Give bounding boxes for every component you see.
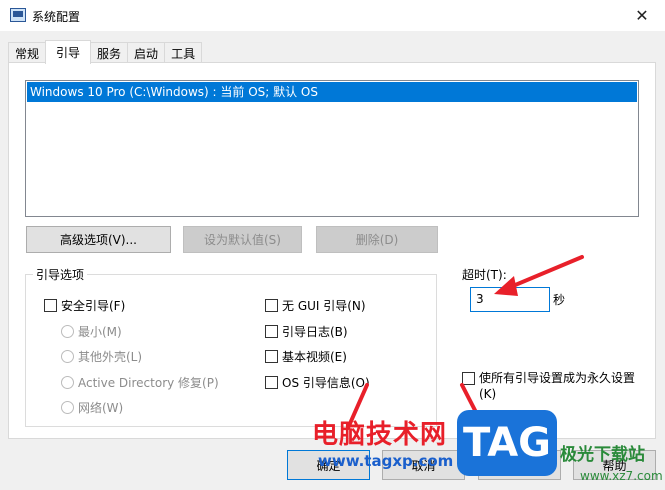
minimal-radio[interactable]: 最小(M) <box>61 323 122 340</box>
cancel-button[interactable]: 取消 <box>382 450 465 480</box>
boot-log-checkbox[interactable]: 引导日志(B) <box>265 323 348 340</box>
os-list[interactable]: Windows 10 Pro (C:\Windows) : 当前 OS; 默认 … <box>25 80 639 217</box>
checkbox-box <box>265 299 278 312</box>
radio-circle <box>61 376 74 389</box>
window-title: 系统配置 <box>32 10 81 24</box>
radio-circle <box>61 401 74 414</box>
checkbox-box <box>462 372 475 385</box>
tab-startup[interactable]: 启动 <box>127 42 166 63</box>
checkbox-box <box>265 350 278 363</box>
make-permanent-text: 使所有引导设置成为永久设置 <box>479 371 636 385</box>
delete-button[interactable]: 删除(D) <box>316 226 438 253</box>
os-boot-info-checkbox[interactable]: OS 引导信息(O) <box>265 374 370 391</box>
close-icon: ✕ <box>635 6 649 25</box>
active-directory-label: Active Directory 修复(P) <box>78 376 219 390</box>
os-boot-info-label: OS 引导信息(O) <box>282 376 370 390</box>
checkbox-box <box>265 376 278 389</box>
set-default-button[interactable]: 设为默认值(S) <box>183 226 302 253</box>
make-permanent-label: 使所有引导设置成为永久设置 (K) <box>479 370 649 402</box>
tab-strip: 常规 引导 服务 启动 工具 <box>8 40 203 64</box>
os-list-item[interactable]: Windows 10 Pro (C:\Windows) : 当前 OS; 默认 … <box>27 82 637 102</box>
alternate-shell-radio[interactable]: 其他外壳(L) <box>61 348 142 365</box>
radio-circle <box>61 325 74 338</box>
close-button[interactable]: ✕ <box>619 0 665 31</box>
checkbox-box <box>265 325 278 338</box>
no-gui-boot-checkbox[interactable]: 无 GUI 引导(N) <box>265 297 366 314</box>
make-permanent-checkbox[interactable] <box>462 372 479 385</box>
advanced-options-button[interactable]: 高级选项(V)... <box>26 226 171 253</box>
tab-services[interactable]: 服务 <box>90 42 129 63</box>
boot-options-title: 引导选项 <box>33 266 88 283</box>
safe-boot-label: 安全引导(F) <box>61 299 126 313</box>
tab-boot[interactable]: 引导 <box>45 40 92 64</box>
no-gui-boot-label: 无 GUI 引导(N) <box>282 299 366 313</box>
make-permanent-shortcut: (K) <box>479 387 497 401</box>
msconfig-app-icon <box>10 8 26 22</box>
alternate-shell-label: 其他外壳(L) <box>78 350 143 364</box>
tab-tools[interactable]: 工具 <box>164 42 203 63</box>
seconds-label: 秒 <box>553 293 566 307</box>
network-label: 网络(W) <box>78 401 124 415</box>
help-button[interactable]: 帮助 <box>573 450 656 480</box>
base-video-label: 基本视频(E) <box>282 350 347 364</box>
timeout-label: 超时(T): <box>462 268 507 282</box>
checkbox-box <box>44 299 57 312</box>
radio-circle <box>61 350 74 363</box>
boot-log-label: 引导日志(B) <box>282 325 348 339</box>
timeout-input[interactable]: 3 <box>470 287 550 312</box>
active-directory-radio[interactable]: Active Directory 修复(P) <box>61 374 219 391</box>
minimal-label: 最小(M) <box>78 325 122 339</box>
title-bar: 系统配置 ✕ <box>0 0 665 31</box>
apply-button[interactable]: 应用(A) <box>478 450 561 480</box>
tab-general[interactable]: 常规 <box>8 42 47 63</box>
ok-button[interactable]: 确定 <box>287 450 370 480</box>
network-radio[interactable]: 网络(W) <box>61 399 123 416</box>
base-video-checkbox[interactable]: 基本视频(E) <box>265 348 347 365</box>
safe-boot-checkbox[interactable]: 安全引导(F) <box>44 297 125 314</box>
